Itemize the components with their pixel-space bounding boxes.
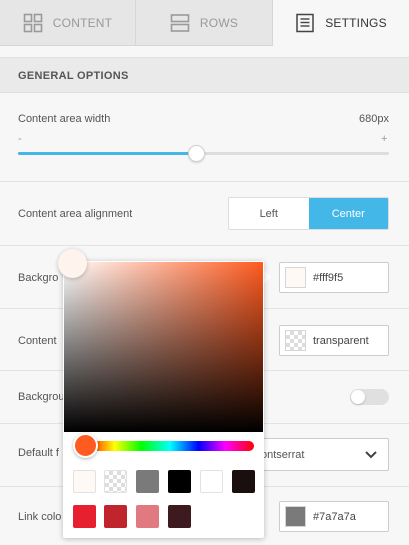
tab-rows-label: ROWS — [199, 15, 239, 30]
tab-content[interactable]: CONTENT — [0, 0, 136, 46]
preset-swatch[interactable] — [73, 505, 96, 528]
background-toggle-switch[interactable] — [350, 389, 389, 405]
preset-swatch[interactable] — [232, 470, 255, 493]
link-color-input[interactable]: #7a7a7a — [279, 501, 389, 532]
saturation-value-thumb[interactable] — [58, 249, 87, 278]
content-background-input[interactable]: transparent — [279, 325, 389, 356]
toggle-knob — [351, 390, 365, 404]
link-color-value: #7a7a7a — [313, 510, 356, 523]
default-font-value: ontserrat — [261, 449, 305, 461]
link-color-label: Link colo — [18, 511, 62, 523]
color-picker-popover — [63, 261, 264, 538]
slider-min-symbol: - — [18, 133, 22, 145]
divider — [0, 181, 409, 182]
tab-rows[interactable]: ROWS — [136, 0, 273, 46]
preset-swatch[interactable] — [104, 470, 127, 493]
align-center-button[interactable]: Center — [308, 198, 388, 229]
align-left-button[interactable]: Left — [229, 198, 309, 229]
preset-swatch[interactable] — [136, 505, 159, 528]
preset-swatch[interactable] — [168, 505, 191, 528]
grid-icon — [23, 13, 43, 32]
background-color-value: #fff9f5 — [313, 271, 344, 284]
background-color-label: Backgro — [18, 272, 59, 284]
section-title: GENERAL OPTIONS — [18, 70, 129, 82]
background-toggle-label: Backgrou — [18, 391, 65, 403]
chevron-down-icon — [365, 451, 377, 459]
content-width-value: 680px — [359, 113, 389, 125]
preset-swatch[interactable] — [73, 470, 96, 493]
rows-icon — [170, 13, 190, 32]
background-color-input[interactable]: #fff9f5 — [279, 262, 389, 293]
tab-settings[interactable]: SETTINGS — [273, 0, 409, 46]
preset-swatch[interactable] — [168, 470, 191, 493]
hue-slider[interactable] — [86, 441, 254, 451]
background-color-swatch — [285, 267, 306, 288]
alignment-toggle: Left Center — [228, 197, 389, 230]
tab-content-label: CONTENT — [52, 15, 113, 30]
hue-thumb[interactable] — [73, 433, 98, 458]
content-width-slider[interactable] — [18, 145, 389, 162]
content-width-label: Content area width — [18, 113, 111, 125]
content-background-value: transparent — [313, 334, 369, 347]
preset-swatch[interactable] — [136, 470, 159, 493]
alignment-label: Content area alignment — [18, 208, 133, 220]
content-background-label: Content — [18, 335, 57, 347]
section-header: GENERAL OPTIONS — [0, 57, 409, 93]
slider-thumb[interactable] — [188, 145, 206, 162]
tab-settings-label: SETTINGS — [325, 16, 387, 30]
preset-swatch[interactable] — [200, 470, 223, 493]
picker-arrow — [264, 270, 271, 284]
link-color-swatch — [285, 506, 306, 527]
document-icon — [296, 13, 314, 33]
default-font-label: Default f — [18, 447, 59, 459]
tab-bar: CONTENT ROWS SETTINGS — [0, 0, 409, 46]
divider — [0, 245, 409, 246]
slider-fill — [18, 152, 197, 155]
slider-max-symbol: + — [381, 133, 388, 145]
transparent-swatch — [285, 330, 306, 351]
preset-swatch[interactable] — [104, 505, 127, 528]
saturation-value-area[interactable] — [64, 262, 263, 432]
